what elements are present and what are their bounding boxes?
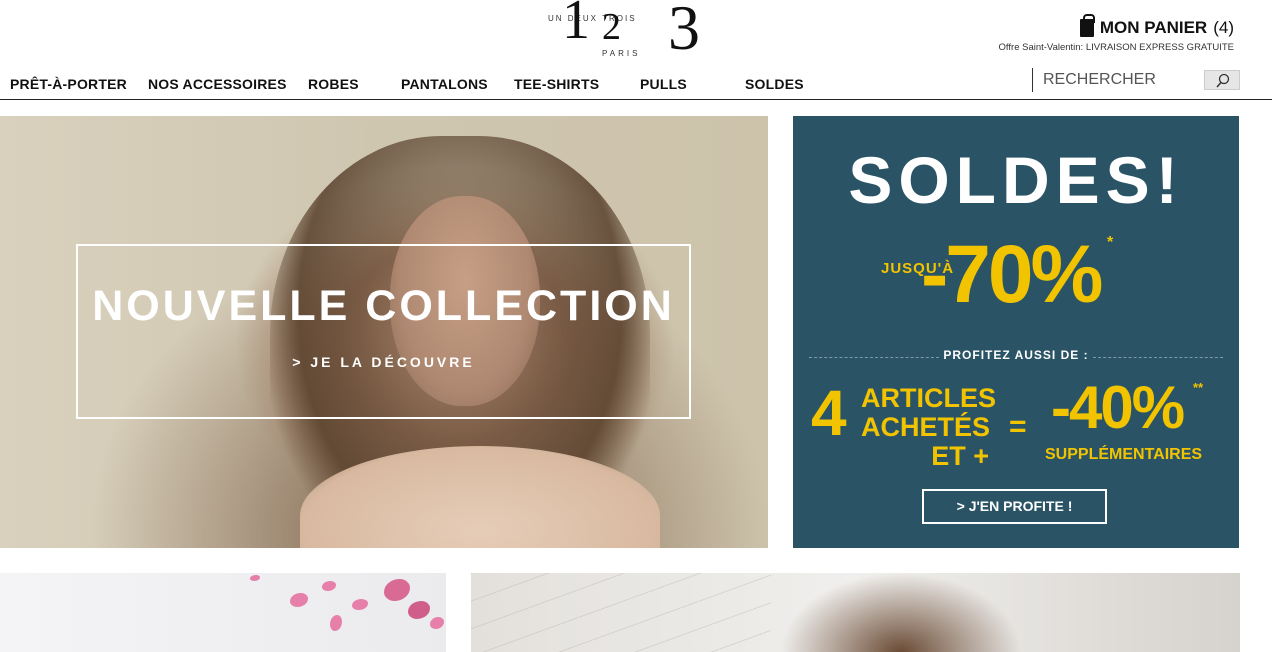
sale-double-asterisk: ** xyxy=(1193,380,1204,395)
petal-image xyxy=(250,575,260,581)
nav-item-tee-shirts[interactable]: TEE-SHIRTS xyxy=(514,76,599,92)
cart-link[interactable]: MON PANIER (4) xyxy=(1079,14,1234,38)
background-pattern xyxy=(471,573,771,652)
flower-image xyxy=(384,579,410,601)
sale-line-2: ACHETÉS xyxy=(861,412,991,442)
sale-cta-button[interactable]: > J'EN PROFITE ! xyxy=(922,489,1107,524)
nav-item-accessoires[interactable]: NOS ACCESSOIRES xyxy=(148,76,287,92)
logo-city: PARIS xyxy=(602,49,641,58)
nav-item-soldes[interactable]: SOLDES xyxy=(745,76,804,92)
petal-image xyxy=(430,617,444,629)
sale-asterisk: * xyxy=(1107,234,1114,251)
cart-label: MON PANIER xyxy=(1099,18,1208,37)
sale-line-1: ARTICLES xyxy=(861,383,996,413)
logo-numeral-2: 2 xyxy=(602,6,621,48)
sale-percent: -70% xyxy=(921,229,1103,320)
shopping-bag-icon xyxy=(1079,14,1095,37)
logo-numeral-1: 1 xyxy=(562,0,590,51)
petal-image xyxy=(330,615,342,631)
hero-cta-link[interactable]: > JE LA DÉCOUVRE xyxy=(78,354,689,370)
nav-item-pantalons[interactable]: PANTALONS xyxy=(401,76,488,92)
sale-subtitle: PROFITEZ AUSSI DE : xyxy=(943,348,1089,362)
promo-tile-model[interactable] xyxy=(471,573,1240,652)
promo-tile-flowers[interactable] xyxy=(0,573,446,652)
search-button[interactable] xyxy=(1204,70,1240,90)
nav-item-pret-a-porter[interactable]: PRÊT-À-PORTER xyxy=(10,76,127,92)
search-input[interactable] xyxy=(1043,69,1193,91)
search-icon xyxy=(1216,73,1230,88)
petal-image xyxy=(322,581,336,591)
cart-count: (4) xyxy=(1213,18,1234,37)
hero-banner[interactable]: NOUVELLE COLLECTION > JE LA DÉCOUVRE xyxy=(0,116,768,548)
nav-item-robes[interactable]: ROBES xyxy=(308,76,359,92)
nav-item-pulls[interactable]: PULLS xyxy=(640,76,687,92)
sale-extra-label: SUPPLÉMENTAIRES xyxy=(1045,446,1203,463)
sale-extra-percent: -40% xyxy=(1051,374,1185,441)
divider-right xyxy=(1093,357,1223,358)
hero-frame: NOUVELLE COLLECTION > JE LA DÉCOUVRE xyxy=(76,244,691,419)
petal-image xyxy=(290,593,308,607)
search-bar xyxy=(1032,68,1240,92)
logo-numeral-3: 3 xyxy=(668,0,700,63)
brand-logo[interactable]: UN DEUX TROIS 1 2 3 PARIS xyxy=(540,0,710,60)
flower-image xyxy=(408,601,430,619)
sale-articles-text: ARTICLES ACHETÉS ET + xyxy=(861,383,996,471)
sale-line-3: ET + xyxy=(931,441,989,471)
sale-headline: SOLDES! xyxy=(848,143,1184,217)
promo-offer-text: Offre Saint-Valentin: LIVRAISON EXPRESS … xyxy=(998,42,1234,53)
sale-article-count: 4 xyxy=(811,377,847,449)
petal-image xyxy=(352,599,368,610)
sale-banner[interactable]: SOLDES! JUSQU'À -70% * PROFITEZ AUSSI DE… xyxy=(793,116,1239,548)
sale-equals: = xyxy=(1009,410,1027,443)
hero-title: NOUVELLE COLLECTION xyxy=(92,282,675,330)
